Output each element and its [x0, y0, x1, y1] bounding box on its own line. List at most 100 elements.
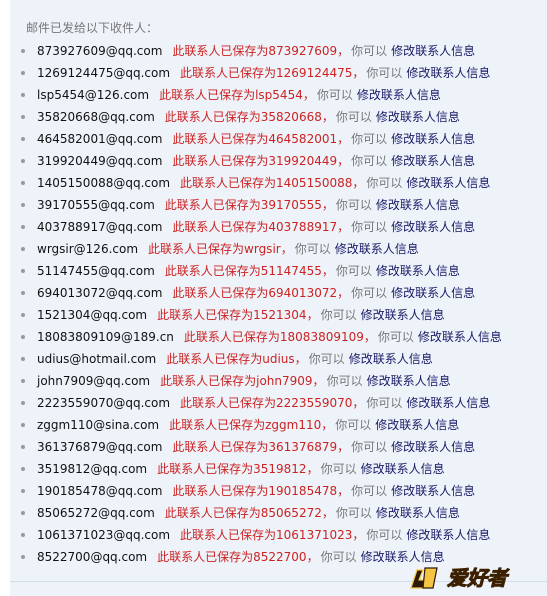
- recipient-row-text: wrgsir@126.com 此联系人已保存为wrgsir， 你可以 修改联系人信息: [37, 238, 419, 260]
- you-can-label: 你可以: [335, 110, 372, 124]
- list-bullet: [21, 71, 25, 75]
- recipient-row-text: lsp5454@126.com 此联系人已保存为lsp5454， 你可以 修改联系人信…: [37, 84, 441, 106]
- edit-contact-link[interactable]: 修改联系人信息: [391, 286, 475, 300]
- list-bullet: [21, 269, 25, 273]
- saved-as-notice: 此联系人已保存为35820668: [164, 110, 322, 124]
- recipient-row-text: 18083809109@189.cn 此联系人已保存为18083809109， 你可…: [37, 326, 502, 348]
- list-bullet: [21, 181, 25, 185]
- recipient-email: 190185478@qq.com: [37, 484, 163, 498]
- list-bullet: [21, 511, 25, 515]
- separator: ，: [337, 220, 350, 234]
- list-bullet: [21, 159, 25, 163]
- recipient-email: lsp5454@126.com: [37, 88, 150, 102]
- you-can-label: 你可以: [351, 44, 388, 58]
- edit-contact-link[interactable]: 修改联系人信息: [391, 132, 475, 146]
- separator: ，: [280, 242, 293, 256]
- edit-contact-link[interactable]: 修改联系人信息: [391, 484, 475, 498]
- separator: ，: [352, 176, 365, 190]
- recipient-email: wrgsir@126.com: [37, 242, 139, 256]
- saved-as-notice: 此联系人已保存为lsp5454: [159, 88, 303, 102]
- recipient-row-text: 1405150088@qq.com 此联系人已保存为1405150088， 你可以修…: [37, 172, 490, 194]
- list-bullet: [21, 379, 25, 383]
- recipient-row-text: 2223559070@qq.com 此联系人已保存为2223559070， 你可以修…: [37, 392, 490, 414]
- you-can-label: 你可以: [351, 154, 388, 168]
- recipient-email: 1405150088@qq.com: [37, 176, 171, 190]
- list-bullet: [21, 49, 25, 53]
- list-bullet: [21, 313, 25, 317]
- edit-contact-link[interactable]: 修改联系人信息: [391, 440, 475, 454]
- recipient-row-text: 403788917@qq.com 此联系人已保存为403788917， 你可以 修改联…: [37, 216, 475, 238]
- recipient-row-text: 85065272@qq.com 此联系人已保存为85065272， 你可以 修改联系人…: [37, 502, 460, 524]
- edit-contact-link[interactable]: 修改联系人信息: [376, 264, 460, 278]
- edit-contact-link[interactable]: 修改联系人信息: [406, 176, 490, 190]
- recipient-row-text: 1269124475@qq.com 此联系人已保存为1269124475， 你可以修…: [37, 62, 490, 84]
- edit-contact-link[interactable]: 修改联系人信息: [375, 418, 459, 432]
- you-can-label: 你可以: [320, 462, 357, 476]
- edit-contact-link[interactable]: 修改联系人信息: [357, 88, 441, 102]
- edit-contact-link[interactable]: 修改联系人信息: [391, 220, 475, 234]
- recipient-email: 3519812@qq.com: [37, 462, 148, 476]
- edit-contact-link[interactable]: 修改联系人信息: [406, 396, 490, 410]
- saved-as-notice: 此联系人已保存为694013072: [172, 286, 338, 300]
- recipient-email: 873927609@qq.com: [37, 44, 163, 58]
- you-can-label: 你可以: [351, 484, 388, 498]
- recipient-email: 35820668@qq.com: [37, 110, 155, 124]
- watermark-text: 爱好者: [447, 566, 510, 590]
- edit-contact-link[interactable]: 修改联系人信息: [406, 66, 490, 80]
- recipient-email: 1061371023@qq.com: [37, 528, 171, 542]
- you-can-label: 你可以: [351, 132, 388, 146]
- saved-as-notice: 此联系人已保存为190185478: [172, 484, 338, 498]
- list-bullet: [21, 357, 25, 361]
- separator: ，: [306, 550, 319, 564]
- separator: ，: [337, 132, 350, 146]
- recipient-email: zggm110@sina.com: [37, 418, 160, 432]
- saved-as-notice: 此联系人已保存为1405150088: [180, 176, 353, 190]
- separator: ，: [321, 264, 334, 278]
- separator: ，: [352, 396, 365, 410]
- saved-as-notice: 此联系人已保存为85065272: [164, 506, 322, 520]
- separator: ，: [363, 330, 376, 344]
- you-can-label: 你可以: [366, 396, 403, 410]
- separator: ，: [337, 44, 350, 58]
- edit-contact-link[interactable]: 修改联系人信息: [349, 352, 433, 366]
- list-bullet: [21, 401, 25, 405]
- recipient-row-text: 39170555@qq.com 此联系人已保存为39170555， 你可以 修改联系人…: [37, 194, 460, 216]
- recipient-email: 51147455@qq.com: [37, 264, 155, 278]
- edit-contact-link[interactable]: 修改联系人信息: [376, 110, 460, 124]
- edit-contact-link[interactable]: 修改联系人信息: [335, 242, 419, 256]
- separator: ，: [352, 66, 365, 80]
- you-can-label: 你可以: [294, 242, 331, 256]
- separator: ，: [321, 418, 334, 432]
- edit-contact-link[interactable]: 修改联系人信息: [367, 374, 451, 388]
- edit-contact-link[interactable]: 修改联系人信息: [376, 198, 460, 212]
- recipient-row-text: 694013072@qq.com 此联系人已保存为694013072， 你可以 修改联…: [37, 282, 475, 304]
- separator: ，: [337, 154, 350, 168]
- separator: ，: [321, 506, 334, 520]
- edit-contact-link[interactable]: 修改联系人信息: [391, 44, 475, 58]
- recipient-row-text: zggm110@sina.com 此联系人已保存为zggm110， 你可以 修改联系人…: [37, 414, 459, 436]
- saved-as-notice: 此联系人已保存为8522700: [157, 550, 307, 564]
- you-can-label: 你可以: [335, 418, 372, 432]
- recipient-email: john7909@qq.com: [37, 374, 151, 388]
- edit-contact-link[interactable]: 修改联系人信息: [391, 154, 475, 168]
- list-bullet: [21, 445, 25, 449]
- saved-as-notice: 此联系人已保存为39170555: [164, 198, 322, 212]
- edit-contact-link[interactable]: 修改联系人信息: [406, 528, 490, 542]
- saved-as-notice: 此联系人已保存为464582001: [172, 132, 338, 146]
- edit-contact-link[interactable]: 修改联系人信息: [361, 462, 445, 476]
- recipient-email: 403788917@qq.com: [37, 220, 163, 234]
- edit-contact-link[interactable]: 修改联系人信息: [376, 506, 460, 520]
- list-bullet: [21, 533, 25, 537]
- separator: ，: [306, 308, 319, 322]
- recipient-email: 361376879@qq.com: [37, 440, 163, 454]
- recipient-row-text: 464582001@qq.com 此联系人已保存为464582001， 你可以 修改联…: [37, 128, 475, 150]
- list-bullet: [21, 115, 25, 119]
- separator: ，: [337, 286, 350, 300]
- saved-as-notice: 此联系人已保存为873927609: [172, 44, 338, 58]
- list-bullet: [21, 203, 25, 207]
- you-can-label: 你可以: [351, 220, 388, 234]
- saved-as-notice: 此联系人已保存为319920449: [172, 154, 338, 168]
- edit-contact-link[interactable]: 修改联系人信息: [361, 308, 445, 322]
- edit-contact-link[interactable]: 修改联系人信息: [418, 330, 502, 344]
- recipient-row-text: 873927609@qq.com 此联系人已保存为873927609， 你可以 修改联…: [37, 40, 475, 62]
